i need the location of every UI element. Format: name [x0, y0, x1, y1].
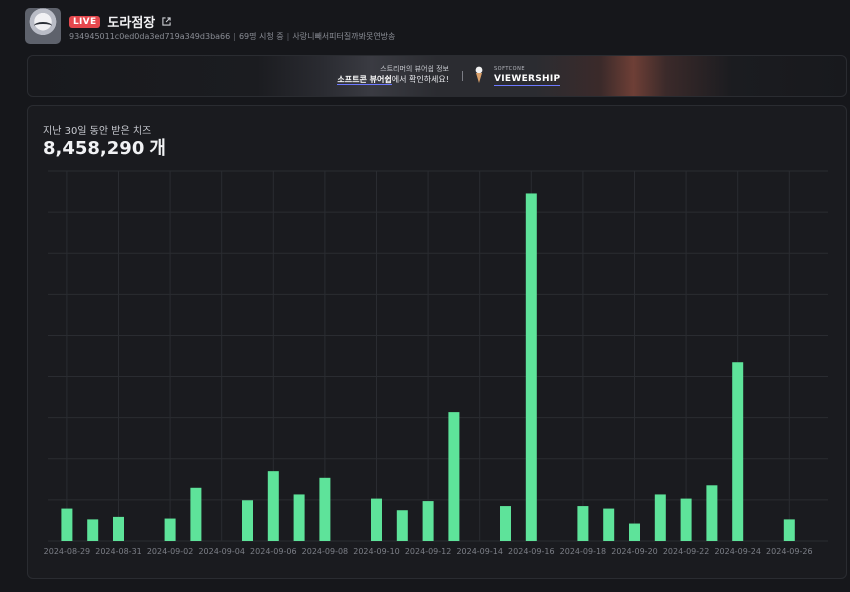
chart-bar [706, 485, 718, 541]
chart-bar [603, 508, 615, 541]
chart-bar [267, 471, 279, 541]
banner-text: 스트리머의 뷰어쉽 정보 소프트콘 뷰어쉽에서 확인하세요! [331, 64, 449, 86]
banner-line2: 소프트콘 뷰어쉽에서 확인하세요! [331, 74, 449, 86]
chart-bar [61, 508, 73, 541]
avatar[interactable] [25, 8, 61, 44]
banner-brand[interactable]: VIEWERSHIP [494, 73, 561, 86]
chart-bar [525, 193, 537, 541]
x-tick-label: 2024-09-12 [405, 547, 452, 556]
chart-bar [577, 506, 589, 541]
x-tick-label: 2024-08-29 [44, 547, 91, 556]
x-tick-label: 2024-09-22 [663, 547, 710, 556]
chart-bar [629, 523, 640, 541]
chart-bar [396, 510, 408, 541]
x-tick-label: 2024-09-16 [508, 547, 555, 556]
x-tick-label: 2024-09-08 [302, 547, 349, 556]
banner-line1: 스트리머의 뷰어쉽 정보 [380, 65, 449, 73]
chart-bar [293, 494, 305, 541]
x-tick-label: 2024-09-18 [560, 547, 607, 556]
cheese-stats-card: 지난 30일 동안 받은 치즈 8,458,290 개 2024-08-29 202… [27, 105, 847, 579]
viewer-count: 69명 시청 중 [238, 32, 284, 41]
chart-bar [500, 506, 511, 541]
chart-bar [680, 498, 692, 541]
banner-divider [462, 71, 463, 81]
cheese-bar-chart: 2024-08-29 2024-08-31 2024-09-02 2024-09-04… [44, 170, 828, 556]
chart-bar [371, 498, 382, 541]
chart-bar [242, 500, 253, 541]
chart-bar [87, 519, 99, 541]
x-tick-label: 2024-09-04 [198, 547, 245, 556]
banner-line2-rest: 에서 확인하세요! [391, 75, 449, 84]
channel-name[interactable]: 도라점장 [107, 12, 155, 31]
chart-bar [190, 487, 202, 541]
chart-bar [732, 362, 744, 541]
x-tick-label: 2024-09-24 [714, 547, 761, 556]
x-tick-label: 2024-09-06 [250, 547, 297, 556]
ice-cream-cone-icon [475, 66, 483, 83]
channel-header: LIVE 도라점장 934945011c0ed0da3ed719a349d3ba… [25, 8, 825, 46]
x-tick-label: 2024-09-20 [611, 547, 658, 556]
chart-bar [448, 412, 460, 541]
channel-id: 934945011c0ed0da3ed719a349d3ba66 [69, 32, 231, 41]
x-tick-label: 2024-08-31 [95, 547, 142, 556]
chart-bar [422, 501, 434, 541]
live-badge: LIVE [69, 15, 101, 28]
chart-bar [164, 518, 176, 541]
stream-title: 사랑니빼서피터질까봐못연방송 [292, 32, 396, 41]
chart-bar [113, 516, 124, 541]
x-tick-label: 2024-09-26 [766, 547, 813, 556]
chart-bar [319, 477, 331, 541]
banner-link-text[interactable]: 소프트콘 뷰어쉽 [337, 75, 392, 85]
x-tick-label: 2024-09-10 [353, 547, 400, 556]
banner-brand-block: SOFTCONE VIEWERSHIP [494, 66, 561, 86]
viewership-banner[interactable]: 스트리머의 뷰어쉽 정보 소프트콘 뷰어쉽에서 확인하세요! SOFTCONE … [27, 55, 847, 97]
banner-brand-sub: SOFTCONE [494, 66, 525, 72]
channel-meta: 934945011c0ed0da3ed719a349d3ba66 | 69명 시청 … [69, 32, 396, 41]
x-tick-label: 2024-09-14 [456, 547, 503, 556]
external-link-icon[interactable] [162, 17, 171, 26]
channel-title-row: LIVE 도라점장 [69, 12, 171, 31]
chart-bar [654, 494, 666, 541]
x-tick-label: 2024-09-02 [147, 547, 194, 556]
chart-bar [783, 519, 795, 541]
